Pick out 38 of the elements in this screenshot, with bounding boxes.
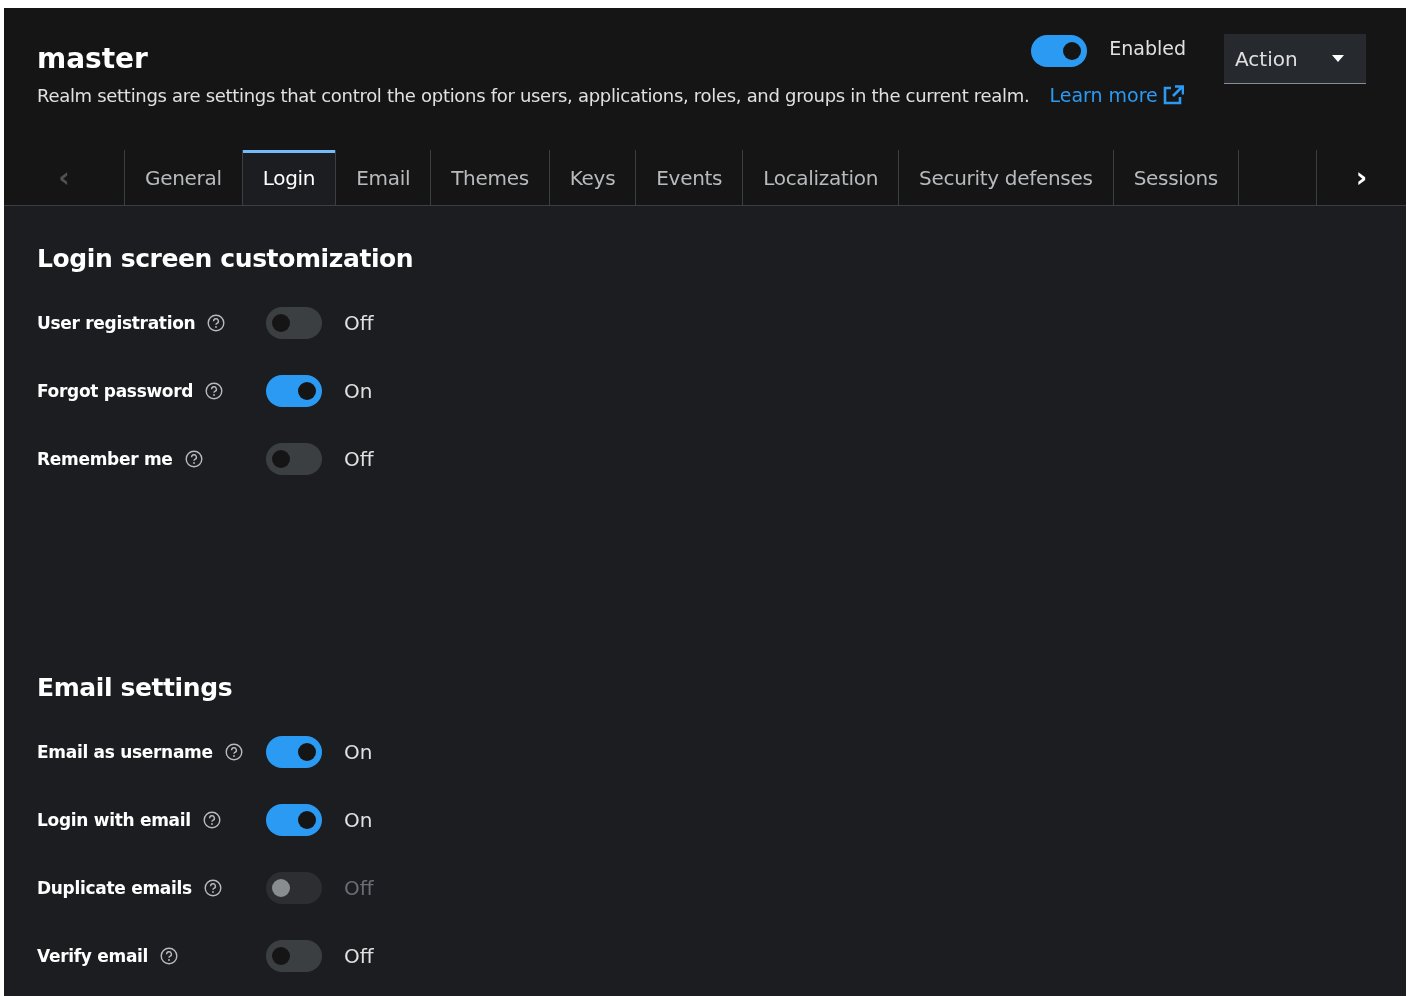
toggle-state-label: On [344, 740, 373, 764]
setting-label: User registration [37, 313, 196, 333]
toggle-state-label: Off [344, 447, 374, 471]
external-link-icon [1161, 85, 1184, 105]
tab[interactable]: Login [241, 150, 336, 205]
setting-toggle[interactable] [266, 804, 322, 836]
setting-label: Remember me [37, 449, 173, 469]
help-icon[interactable] [160, 947, 179, 965]
section-heading: Login screen customization [37, 244, 415, 273]
toggle-state-label: Off [344, 311, 374, 335]
realm-description: Realm settings are settings that control the options for users, applications, roles, and groups in the current realm. [37, 84, 1030, 106]
toggle-state-label: On [344, 379, 373, 403]
setting-label: Verify email [37, 946, 149, 966]
help-icon[interactable] [202, 811, 221, 829]
enabled-label: Enabled [1109, 37, 1186, 59]
enabled-toggle[interactable] [1031, 35, 1088, 67]
setting-label: Forgot password [37, 381, 194, 401]
setting-toggle[interactable] [266, 307, 322, 339]
toggle-state-label: Off [344, 876, 374, 900]
setting-label: Duplicate emails [37, 878, 192, 898]
setting-label: Login with email [37, 810, 191, 830]
help-icon[interactable] [207, 314, 226, 332]
toggle-state-label: On [344, 808, 373, 832]
help-icon[interactable] [203, 879, 222, 897]
setting-label: Email as username [37, 742, 213, 762]
caret-icon [1332, 55, 1344, 62]
toggle-state-label: Off [344, 944, 374, 968]
help-icon[interactable] [224, 743, 243, 761]
action-dropdown[interactable]: Action [1224, 34, 1366, 84]
help-icon[interactable] [205, 382, 224, 400]
setting-toggle[interactable] [266, 375, 322, 407]
realm-title: master [37, 42, 148, 75]
setting-toggle[interactable] [266, 736, 322, 768]
section-heading: Email settings [37, 673, 234, 702]
help-icon[interactable] [184, 450, 203, 468]
learn-more-link[interactable]: Learn more [1049, 84, 1184, 106]
setting-toggle[interactable] [266, 443, 322, 475]
setting-toggle[interactable] [266, 940, 322, 972]
